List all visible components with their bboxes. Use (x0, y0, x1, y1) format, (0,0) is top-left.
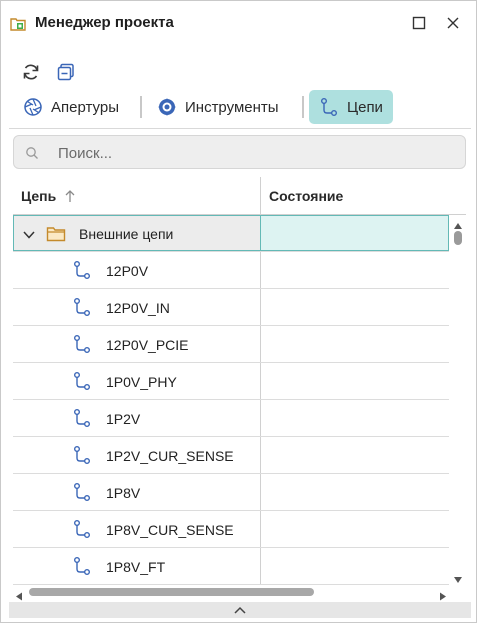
net-name: 12P0V_IN (106, 300, 170, 316)
tree-group-name-cell: Внешние цепи (13, 215, 260, 251)
table-row[interactable]: 12P0V_PCIE (13, 326, 449, 363)
title-bar: Менеджер проекта (1, 1, 476, 47)
search-input[interactable] (58, 142, 448, 164)
column-header-net[interactable]: Цепь (21, 177, 76, 214)
net-icon (73, 482, 91, 502)
tab-tools-label: Инструменты (185, 98, 279, 116)
net-state-cell (260, 252, 449, 288)
refresh-icon (23, 64, 39, 80)
table-row[interactable]: 1P0V_PHY (13, 363, 449, 400)
net-name: 12P0V (106, 263, 149, 279)
scroll-right-arrow-icon[interactable] (439, 588, 447, 601)
project-manager-window: Менеджер проекта Апертуры Инструменты Це… (0, 0, 477, 623)
vertical-scrollbar[interactable] (451, 215, 465, 585)
tab-apertures-label: Апертуры (51, 98, 119, 116)
net-icon (73, 371, 91, 391)
net-name: 1P8V_CUR_SENSE (106, 522, 234, 538)
net-name: 1P2V (106, 411, 141, 427)
net-icon (73, 408, 91, 428)
tab-nets-label: Цепи (347, 98, 383, 116)
expand-panel-button[interactable] (9, 602, 471, 618)
net-state-cell (260, 326, 449, 362)
net-icon (73, 260, 91, 280)
net-icon (73, 297, 91, 317)
net-name-cell: 1P2V (13, 400, 260, 436)
net-state-cell (260, 437, 449, 473)
net-name: 1P2V_CUR_SENSE (106, 448, 234, 464)
net-state-cell (260, 400, 449, 436)
net-name-cell: 12P0V_IN (13, 289, 260, 325)
table-row[interactable]: 1P2V_CUR_SENSE (13, 437, 449, 474)
table-row[interactable]: 1P8V (13, 474, 449, 511)
folder-icon (46, 225, 66, 243)
table-row[interactable]: 1P2V (13, 400, 449, 437)
tree-group-label: Внешние цепи (79, 226, 174, 242)
scroll-up-arrow-icon[interactable] (453, 217, 463, 229)
tab-separator (140, 96, 142, 118)
net-name-cell: 1P0V_PHY (13, 363, 260, 399)
net-name: 1P8V (106, 485, 141, 501)
net-tree: Внешние цепи 12P0V 12P0V_IN 12P0V_PCIE 1… (13, 215, 449, 585)
search-icon (25, 146, 39, 160)
net-icon (319, 97, 339, 117)
close-icon (447, 17, 459, 29)
project-manager-icon (9, 15, 27, 33)
tab-tools[interactable]: Инструменты (147, 90, 289, 124)
net-icon (73, 445, 91, 465)
column-header-state[interactable]: Состояние (269, 177, 343, 214)
table-header: Цепь Состояние (13, 177, 466, 215)
tab-nets[interactable]: Цепи (309, 90, 393, 124)
column-header-state-label: Состояние (269, 187, 344, 204)
table-row[interactable]: 12P0V_IN (13, 289, 449, 326)
net-state-cell (260, 289, 449, 325)
sort-ascending-icon (64, 189, 76, 203)
scroll-down-arrow-icon[interactable] (453, 571, 463, 583)
net-name: 12P0V_PCIE (106, 337, 189, 353)
close-button[interactable] (444, 14, 462, 32)
net-name-cell: 12P0V (13, 252, 260, 288)
aperture-icon (23, 97, 43, 117)
drill-tool-icon (157, 97, 177, 117)
net-name-cell: 1P8V_FT (13, 548, 260, 584)
tab-separator (302, 96, 304, 118)
table-row[interactable]: 1P8V_CUR_SENSE (13, 511, 449, 548)
horizontal-scroll-thumb[interactable] (29, 588, 314, 596)
maximize-icon (412, 16, 426, 30)
net-name: 1P0V_PHY (106, 374, 177, 390)
net-icon (73, 334, 91, 354)
horizontal-scrollbar[interactable] (13, 585, 449, 601)
tabs-divider (9, 128, 471, 129)
net-name: 1P8V_FT (106, 559, 166, 575)
window-title: Менеджер проекта (35, 14, 174, 31)
tree-group-state-cell (260, 215, 449, 251)
chevron-down-icon[interactable] (22, 228, 36, 240)
scroll-left-arrow-icon[interactable] (15, 588, 23, 601)
net-name-cell: 1P8V (13, 474, 260, 510)
vertical-scroll-thumb[interactable] (454, 231, 462, 245)
collapse-all-button[interactable] (55, 61, 77, 83)
net-name-cell: 1P2V_CUR_SENSE (13, 437, 260, 473)
net-state-cell (260, 363, 449, 399)
search-box[interactable] (13, 135, 466, 169)
net-state-cell (260, 511, 449, 547)
net-name-cell: 12P0V_PCIE (13, 326, 260, 362)
tab-bar: Апертуры Инструменты Цепи (13, 90, 473, 124)
net-icon (73, 519, 91, 539)
net-icon (73, 556, 91, 576)
collapse-all-icon (57, 63, 74, 81)
refresh-button[interactable] (20, 61, 42, 83)
net-state-cell (260, 548, 449, 584)
tab-apertures[interactable]: Апертуры (13, 90, 129, 124)
tree-group-external-nets[interactable]: Внешние цепи (13, 215, 449, 252)
maximize-button[interactable] (410, 14, 428, 32)
table-row[interactable]: 1P8V_FT (13, 548, 449, 585)
table-row[interactable]: 12P0V (13, 252, 449, 289)
net-state-cell (260, 474, 449, 510)
net-name-cell: 1P8V_CUR_SENSE (13, 511, 260, 547)
chevron-up-icon (234, 606, 246, 614)
column-header-net-label: Цепь (21, 187, 57, 204)
